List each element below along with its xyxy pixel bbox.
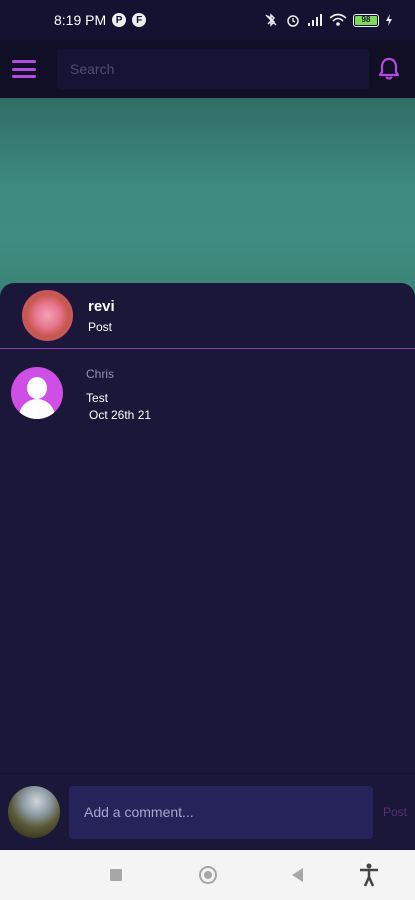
bluetooth-off-icon: [265, 13, 277, 27]
current-user-avatar: [8, 786, 60, 838]
post-comment-button[interactable]: Post: [383, 805, 407, 819]
notification-bell-icon[interactable]: [377, 56, 401, 82]
comment-author-name[interactable]: Chris: [86, 367, 151, 381]
back-icon[interactable]: [292, 868, 303, 882]
status-left: 8:19 PM P F: [54, 12, 147, 28]
signal-icon: [308, 14, 322, 26]
post-info: revi Post: [88, 298, 115, 334]
recents-icon[interactable]: [110, 869, 122, 881]
post-author-avatar[interactable]: [22, 290, 73, 341]
notification-f-icon: F: [132, 13, 147, 27]
accessibility-icon[interactable]: [359, 863, 379, 887]
alarm-icon: [287, 15, 299, 27]
system-nav-bar: [0, 850, 415, 900]
top-app-bar: Search: [0, 40, 415, 98]
comment-text: Test: [86, 391, 109, 405]
post-type-label: Post: [88, 319, 113, 334]
menu-icon[interactable]: [12, 60, 36, 78]
status-bar: 8:19 PM P F 98: [0, 0, 415, 40]
comment-body: Chris Test Oct 26th 21: [86, 367, 151, 422]
search-input[interactable]: Search: [57, 49, 369, 89]
comment-input[interactable]: Add a comment...: [69, 785, 373, 839]
notification-p-icon: P: [112, 13, 127, 27]
comment-item: Chris Test Oct 26th 21: [0, 349, 415, 422]
post-header: revi Post: [0, 283, 415, 349]
status-right: 98: [263, 12, 393, 28]
comment-author-avatar[interactable]: [11, 367, 63, 419]
post-panel: revi Post Chris Test Oct 26th 21: [0, 283, 415, 773]
charging-icon: [386, 14, 392, 26]
comment-date: Oct 26th 21: [89, 408, 152, 422]
home-icon[interactable]: [199, 866, 217, 884]
battery-level: 98: [355, 15, 377, 25]
wifi-icon: [329, 13, 347, 26]
post-cover-image: [0, 98, 415, 298]
status-time: 8:19 PM: [54, 12, 107, 28]
post-author-name[interactable]: revi: [88, 298, 115, 315]
comment-composer: Add a comment... Post: [0, 773, 415, 850]
battery-icon: 98: [353, 13, 379, 27]
